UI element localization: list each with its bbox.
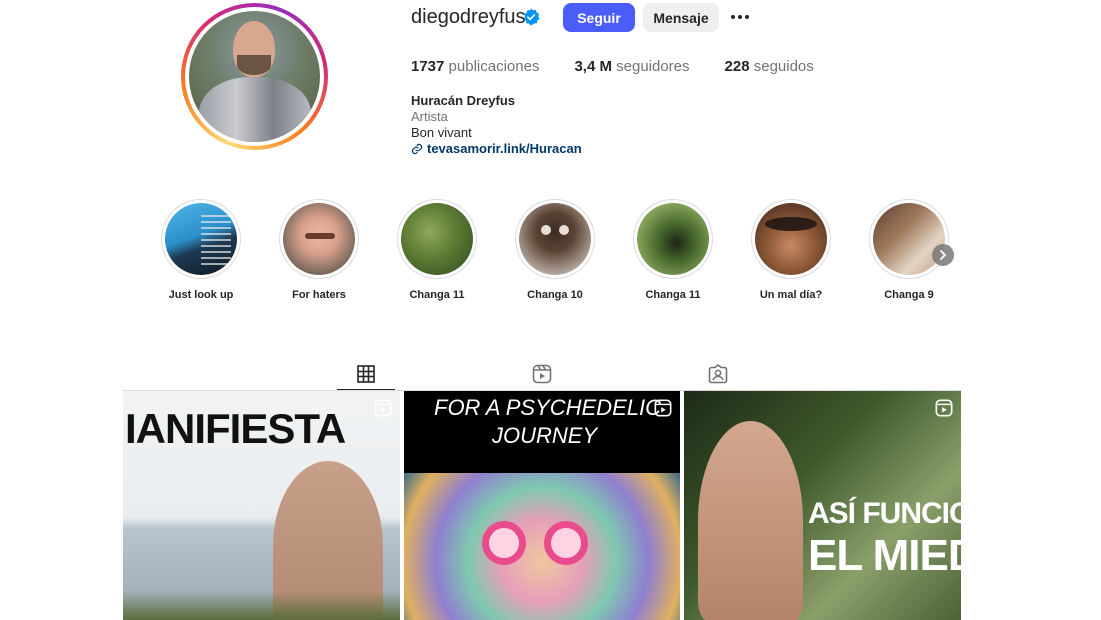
- post-title-line2: JOURNEY: [492, 423, 598, 448]
- stat-posts: 1737 publicaciones: [411, 58, 539, 75]
- message-button[interactable]: Mensaje: [643, 3, 719, 32]
- tab-reels[interactable]: [513, 358, 571, 390]
- post-title: IANIFIESTA: [125, 405, 346, 452]
- profile-full-name: Huracán Dreyfus: [411, 93, 516, 108]
- reels-icon: [532, 364, 552, 384]
- post-title-line1: ASÍ FUNCION: [808, 497, 961, 530]
- tab-posts[interactable]: [337, 358, 395, 390]
- more-dot: [731, 15, 735, 19]
- profile-stats: 1737 publicaciones 3,4 M seguidores 228 …: [411, 58, 849, 75]
- post-grass: [123, 591, 400, 620]
- stat-posts-value: 1737: [411, 58, 445, 75]
- more-dot: [738, 15, 742, 19]
- highlight-ring: [515, 199, 595, 279]
- highlight-label: For haters: [292, 289, 346, 301]
- post-title-line1: FOR A PSYCHEDELIC: [434, 395, 661, 420]
- highlight-ring: [869, 199, 949, 279]
- avatar-beard: [237, 55, 271, 75]
- profile-username: diegodreyfus: [411, 6, 526, 28]
- post-goggle: [482, 521, 526, 565]
- highlight-item[interactable]: Changa 11: [397, 199, 477, 301]
- highlight-cover: [873, 203, 945, 275]
- highlight-item[interactable]: For haters: [279, 199, 359, 301]
- chevron-right-icon: [940, 250, 946, 260]
- highlight-cover: [637, 203, 709, 275]
- verified-badge-icon: [523, 8, 540, 26]
- highlight-cover-hat: [765, 217, 817, 231]
- profile-avatar[interactable]: [181, 3, 328, 150]
- highlight-cover-eye: [559, 225, 569, 235]
- highlight-item[interactable]: Un mal día?: [751, 199, 831, 301]
- highlight-cover: [283, 203, 355, 275]
- tab-tagged[interactable]: [689, 358, 747, 390]
- highlight-ring: [397, 199, 477, 279]
- stat-posts-label: publicaciones: [448, 58, 540, 75]
- highlight-cover: [519, 203, 591, 275]
- stat-following-value: 228: [724, 58, 750, 75]
- highlight-cover: [165, 203, 237, 275]
- avatar-frame: [185, 7, 324, 146]
- profile-link-text: tevasamorir.link/Huracan: [427, 141, 582, 156]
- highlight-cover: [755, 203, 827, 275]
- highlight-item[interactable]: Changa 11: [633, 199, 713, 301]
- reel-icon: [935, 399, 953, 417]
- grid-icon: [357, 364, 375, 383]
- avatar-body: [199, 77, 311, 142]
- highlight-item[interactable]: Just look up: [161, 199, 241, 301]
- link-icon: [411, 143, 423, 155]
- stat-following[interactable]: 228 seguidos: [725, 58, 814, 75]
- tagged-icon: [708, 364, 728, 384]
- more-dot: [745, 15, 749, 19]
- highlight-label: Changa 9: [884, 289, 934, 301]
- highlight-label: Changa 11: [409, 289, 465, 301]
- highlight-ring: [279, 199, 359, 279]
- highlight-label: Changa 11: [645, 289, 701, 301]
- stat-following-label: seguidos: [753, 58, 814, 75]
- more-options-icon[interactable]: [729, 6, 751, 28]
- post-tile[interactable]: ASÍ FUNCION EL MIED: [684, 391, 961, 620]
- highlight-label: Un mal día?: [759, 289, 823, 301]
- highlight-cover-eye: [541, 225, 551, 235]
- reel-icon: [654, 399, 672, 417]
- follow-button[interactable]: Seguir: [563, 3, 635, 32]
- highlight-cover-face: [305, 233, 335, 239]
- stat-followers-value: 3,4 M: [574, 58, 612, 75]
- stat-followers[interactable]: 3,4 M seguidores: [574, 58, 689, 75]
- post-figure: [698, 421, 803, 620]
- highlight-ring: [633, 199, 713, 279]
- highlight-cover: [401, 203, 473, 275]
- highlight-item[interactable]: Changa 10: [515, 199, 595, 301]
- avatar-photo: [189, 11, 320, 142]
- profile-bio: Huracán Dreyfus Artista Bon vivant tevas…: [411, 93, 582, 157]
- highlight-ring: [161, 199, 241, 279]
- profile-bio-text: Bon vivant: [411, 125, 472, 140]
- stat-followers-label: seguidores: [616, 58, 690, 75]
- highlight-label: Just look up: [168, 289, 234, 301]
- highlight-label: Changa 10: [527, 289, 583, 301]
- reel-icon: [374, 399, 392, 417]
- post-psychedelic-bg: [404, 473, 680, 620]
- post-tile[interactable]: FOR A PSYCHEDELIC JOURNEY: [404, 391, 680, 620]
- post-tile[interactable]: IANIFIESTA: [123, 391, 400, 620]
- post-goggle: [544, 521, 588, 565]
- highlight-ring: [751, 199, 831, 279]
- profile-link[interactable]: tevasamorir.link/Huracan: [411, 141, 582, 157]
- highlight-cover-text: [201, 215, 231, 265]
- post-title-line2: EL MIED: [808, 531, 961, 580]
- highlights-next-icon[interactable]: [932, 244, 954, 266]
- profile-category: Artista: [411, 109, 448, 124]
